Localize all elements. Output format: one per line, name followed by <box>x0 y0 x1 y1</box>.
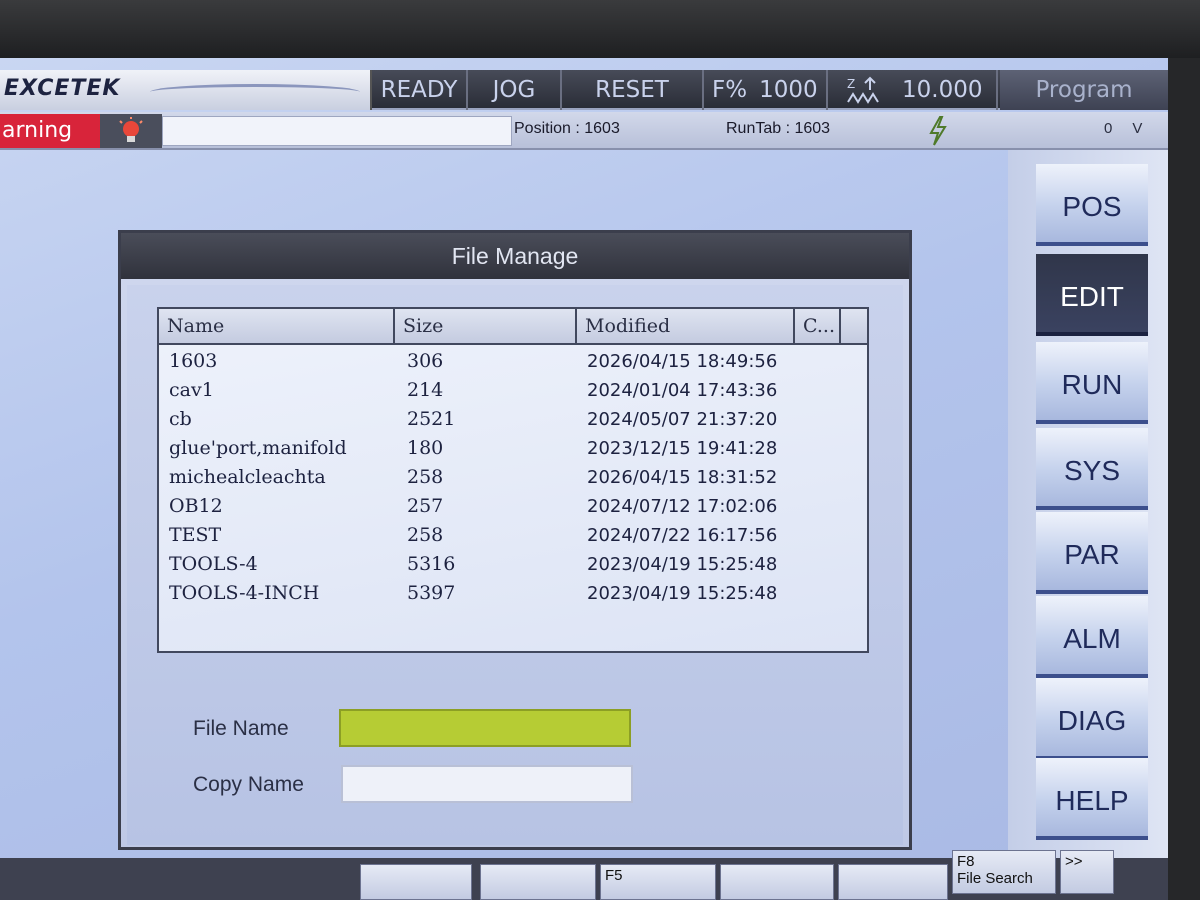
status-ready: READY <box>372 70 468 110</box>
side-button-run[interactable]: RUN <box>1036 342 1148 424</box>
file-row[interactable]: glue'port,manifold 180 2023/12/15 19:41:28 <box>159 434 867 463</box>
fkey-8-file-search[interactable]: F8 File Search <box>952 850 1056 894</box>
file-modified-cell: 2023/12/15 19:41:28 <box>587 438 778 459</box>
file-size-cell: 2521 <box>407 408 456 430</box>
file-size-cell: 5316 <box>407 553 456 575</box>
file-name-label: File Name <box>193 717 289 740</box>
side-button-edit[interactable]: EDIT <box>1036 254 1148 336</box>
function-key-bar: F5 F8 File Search >> <box>0 850 1168 900</box>
fkey-7[interactable] <box>838 864 948 900</box>
file-name-cell: glue'port,manifold <box>169 437 347 459</box>
fkey-4[interactable] <box>480 864 596 900</box>
file-modified-cell: 2023/04/19 15:25:48 <box>587 583 778 604</box>
file-modified-cell: 2023/04/19 15:25:48 <box>587 554 778 575</box>
file-size-cell: 258 <box>407 524 444 546</box>
column-header-name[interactable]: Name <box>159 309 395 343</box>
file-row[interactable]: TOOLS-4-INCH 5397 2023/04/19 15:25:48 <box>159 579 867 608</box>
fkey-8-number: F8 <box>957 853 975 870</box>
counter-value: 0 <box>1104 120 1113 137</box>
z-axis-readout: Z 10.000 <box>828 70 998 110</box>
brand-logo: EXCETEK <box>0 70 372 110</box>
file-size-cell: 180 <box>407 437 444 459</box>
file-list[interactable]: Name Size Modified C... 1603 306 2026/04/1… <box>157 307 869 653</box>
file-modified-cell: 2026/04/15 18:31:52 <box>587 467 778 488</box>
feed-override: F% 1000 <box>704 70 828 110</box>
file-name-cell: cb <box>169 408 192 430</box>
file-rows: 1603 306 2026/04/15 18:49:56 cav1 214 2024/0… <box>159 347 867 608</box>
side-button-par[interactable]: PAR <box>1036 512 1148 594</box>
message-bar <box>162 116 512 146</box>
file-row[interactable]: cav1 214 2024/01/04 17:43:36 <box>159 376 867 405</box>
file-manage-dialog: File Manage Name Size Modified C... 1603… <box>118 230 912 850</box>
more-keys-button[interactable]: >> <box>1060 850 1114 894</box>
file-modified-cell: 2024/01/04 17:43:36 <box>587 380 778 401</box>
column-header-c[interactable]: C... <box>795 309 841 343</box>
file-name-cell: OB12 <box>169 495 223 517</box>
file-row[interactable]: TOOLS-4 5316 2023/04/19 15:25:48 <box>159 550 867 579</box>
file-row[interactable]: OB12 257 2024/07/12 17:02:06 <box>159 492 867 521</box>
file-modified-cell: 2026/04/15 18:49:56 <box>587 351 778 372</box>
fkey-5[interactable]: F5 <box>600 864 716 900</box>
side-menu: POS EDIT RUN SYS PAR ALM DIAG HELP <box>1008 150 1168 900</box>
file-modified-cell: 2024/07/12 17:02:06 <box>587 496 778 517</box>
file-row[interactable]: cb 2521 2024/05/07 21:37:20 <box>159 405 867 434</box>
file-name-field[interactable] <box>339 709 631 747</box>
side-button-alm[interactable]: ALM <box>1036 596 1148 678</box>
column-header-spacer <box>841 309 867 343</box>
side-button-diag[interactable]: DIAG <box>1036 678 1148 760</box>
file-row[interactable]: 1603 306 2026/04/15 18:49:56 <box>159 347 867 376</box>
file-modified-cell: 2024/05/07 21:37:20 <box>587 409 778 430</box>
z-axis-icon: Z <box>847 76 879 104</box>
message-row: arning Position : 1603 RunTab : 1603 0V <box>0 112 1168 150</box>
svg-text:Z: Z <box>847 77 855 91</box>
program-indicator[interactable]: Program <box>1000 70 1168 110</box>
file-list-header: Name Size Modified C... <box>159 309 867 345</box>
cnc-screen: EXCETEK READY JOG RESET F% 1000 Z 10.000 … <box>0 58 1168 900</box>
dialog-body: Name Size Modified C... 1603 306 2026/04/1… <box>127 285 903 845</box>
voltage-readout: 0V <box>1104 120 1142 137</box>
fkey-6[interactable] <box>720 864 834 900</box>
feed-label: F% <box>712 77 748 103</box>
feed-value: 1000 <box>759 77 818 103</box>
file-name-cell: TEST <box>169 524 222 546</box>
file-size-cell: 214 <box>407 379 444 401</box>
file-size-cell: 5397 <box>407 582 456 604</box>
fkey-8-label: File Search <box>957 870 1033 887</box>
side-button-sys[interactable]: SYS <box>1036 428 1148 510</box>
logo-text: EXCETEK <box>4 76 121 101</box>
unit-label: V <box>1132 120 1143 137</box>
copy-name-field[interactable] <box>341 765 633 803</box>
position-readout: Position : 1603 <box>514 120 620 137</box>
reset-indicator: RESET <box>562 70 704 110</box>
runtab-readout: RunTab : 1603 <box>726 120 831 137</box>
mode-jog: JOG <box>468 70 562 110</box>
monitor-bezel <box>0 0 1200 58</box>
file-name-cell: cav1 <box>169 379 214 401</box>
top-status-bar: EXCETEK READY JOG RESET F% 1000 Z 10.000 … <box>0 70 1168 110</box>
file-modified-cell: 2024/07/22 16:17:56 <box>587 525 778 546</box>
warning-indicator[interactable]: arning <box>0 114 100 148</box>
file-size-cell: 306 <box>407 350 444 372</box>
fkey-3[interactable] <box>360 864 472 900</box>
side-button-help[interactable]: HELP <box>1036 758 1148 840</box>
file-row[interactable]: michealcleachta 258 2026/04/15 18:31:52 <box>159 463 867 492</box>
file-size-cell: 257 <box>407 495 444 517</box>
file-size-cell: 258 <box>407 466 444 488</box>
file-name-cell: TOOLS-4-INCH <box>169 582 320 604</box>
side-button-pos[interactable]: POS <box>1036 164 1148 246</box>
alarm-lamp <box>100 114 162 148</box>
file-name-cell: TOOLS-4 <box>169 553 258 575</box>
dialog-title: File Manage <box>121 233 909 279</box>
copy-name-label: Copy Name <box>193 773 304 796</box>
column-header-modified[interactable]: Modified <box>577 309 795 343</box>
file-row[interactable]: TEST 258 2024/07/22 16:17:56 <box>159 521 867 550</box>
z-value: 10.000 <box>902 77 983 103</box>
column-header-size[interactable]: Size <box>395 309 577 343</box>
file-name-cell: 1603 <box>169 350 218 372</box>
file-name-cell: michealcleachta <box>169 466 326 488</box>
logo-swoosh <box>150 84 360 100</box>
lightning-icon <box>929 116 947 146</box>
lightbulb-icon <box>119 117 143 142</box>
